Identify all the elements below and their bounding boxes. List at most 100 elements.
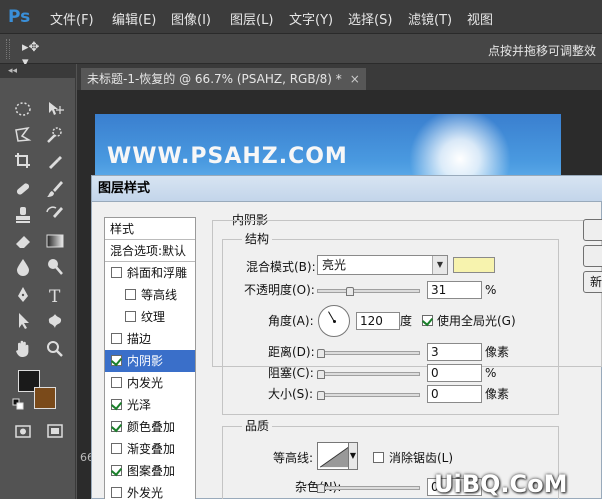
angle-input[interactable]: 120 <box>356 312 400 330</box>
new-style-button[interactable]: 新 <box>583 271 602 293</box>
zoom-tool-icon[interactable] <box>44 338 66 360</box>
global-light-checkbox[interactable] <box>422 315 433 326</box>
brush-tool-icon[interactable] <box>44 178 66 200</box>
blur-tool-icon[interactable] <box>12 256 34 278</box>
contour-dropdown-icon[interactable]: ▼ <box>348 442 358 470</box>
menu-select[interactable]: 选择(S) <box>348 9 392 28</box>
style-item-checkbox[interactable] <box>111 487 122 498</box>
shadow-color-swatch[interactable] <box>453 257 495 273</box>
style-item-checkbox[interactable] <box>111 399 122 410</box>
history-brush-tool-icon[interactable] <box>44 204 66 226</box>
contour-label: 等高线: <box>273 451 314 465</box>
style-item-gradient-overlay[interactable]: 渐变叠加 <box>105 438 195 460</box>
style-list-header[interactable]: 样式 <box>105 218 195 240</box>
opacity-slider[interactable] <box>317 286 420 296</box>
menu-view[interactable]: 视图 <box>467 9 493 28</box>
style-item-satin[interactable]: 光泽 <box>105 394 195 416</box>
marquee-tool-icon[interactable] <box>12 98 34 120</box>
choke-label: 阻塞(C): <box>268 366 314 380</box>
choke-slider[interactable] <box>317 369 420 379</box>
style-item-pattern-overlay[interactable]: 图案叠加 <box>105 460 195 482</box>
style-item-checkbox[interactable] <box>125 289 136 300</box>
gradient-tool-icon[interactable] <box>44 230 66 252</box>
move-tool-preset-icon[interactable]: ▸✥ ▾ <box>22 40 50 70</box>
angle-unit: 度 <box>400 314 413 328</box>
style-item-checkbox[interactable] <box>111 355 122 366</box>
style-item-inner-shadow[interactable]: 内阴影 <box>105 350 195 372</box>
style-item-checkbox[interactable] <box>111 333 122 344</box>
style-item-color-overlay[interactable]: 颜色叠加 <box>105 416 195 438</box>
tools-collapse-icon[interactable]: ◂◂ <box>0 64 76 78</box>
style-item-label: 光泽 <box>127 398 152 412</box>
size-input[interactable]: 0 <box>427 385 482 403</box>
slider-thumb[interactable] <box>317 484 325 493</box>
opacity-input[interactable]: 31 <box>427 281 482 299</box>
default-colors-icon[interactable] <box>12 398 24 410</box>
menu-type[interactable]: 文字(Y) <box>289 9 333 28</box>
crop-tool-icon[interactable] <box>12 150 34 172</box>
opacity-unit: % <box>485 283 497 297</box>
slider-thumb[interactable] <box>346 287 354 296</box>
background-color-swatch[interactable] <box>34 387 56 409</box>
style-item-checkbox[interactable] <box>111 421 122 432</box>
cancel-button[interactable] <box>583 245 602 267</box>
eraser-tool-icon[interactable] <box>12 230 34 252</box>
menu-image[interactable]: 图像(I) <box>171 9 211 28</box>
style-item-checkbox[interactable] <box>111 377 122 388</box>
hand-tool-icon[interactable] <box>12 338 34 360</box>
anti-alias-label[interactable]: 消除锯齿(L) <box>389 450 453 466</box>
style-item-checkbox[interactable] <box>111 465 122 476</box>
document-tab[interactable]: 未标题-1-恢复的 @ 66.7% (PSAHZ, RGB/8) * × <box>81 68 366 90</box>
anti-alias-checkbox[interactable] <box>373 452 384 463</box>
choke-input[interactable]: 0 <box>427 364 482 382</box>
chevron-down-icon: ▼ <box>432 256 447 274</box>
style-item-bevel-emboss[interactable]: 斜面和浮雕 <box>105 262 195 284</box>
slider-track <box>317 393 420 397</box>
quick-mask-icon[interactable] <box>12 420 34 442</box>
slider-track <box>317 372 420 376</box>
options-grip[interactable] <box>6 39 10 59</box>
dodge-tool-icon[interactable] <box>44 256 66 278</box>
distance-slider[interactable] <box>317 348 420 358</box>
slider-thumb[interactable] <box>317 370 325 379</box>
ok-button[interactable] <box>583 219 602 241</box>
style-item-stroke[interactable]: 描边 <box>105 328 195 350</box>
quick-select-tool-icon[interactable] <box>44 124 66 146</box>
clone-stamp-tool-icon[interactable] <box>12 204 34 226</box>
structure-title: 结构 <box>242 232 273 246</box>
slider-thumb[interactable] <box>317 349 325 358</box>
type-tool-icon[interactable]: T <box>44 284 66 307</box>
style-item-inner-glow[interactable]: 内发光 <box>105 372 195 394</box>
menu-filter[interactable]: 滤镜(T) <box>408 9 452 28</box>
blend-mode-select[interactable]: 亮光 ▼ <box>317 255 448 275</box>
style-item-checkbox[interactable] <box>111 267 122 278</box>
distance-unit: 像素 <box>485 345 510 359</box>
style-item-checkbox[interactable] <box>111 443 122 454</box>
size-slider[interactable] <box>317 390 420 400</box>
blend-mode-value: 亮光 <box>322 258 347 272</box>
healing-brush-tool-icon[interactable] <box>12 178 34 200</box>
close-tab-icon[interactable]: × <box>350 72 360 86</box>
move-tool-icon[interactable] <box>44 98 66 120</box>
noise-slider[interactable] <box>317 483 420 493</box>
style-item-contour[interactable]: 等高线 <box>105 284 195 306</box>
eyedropper-tool-icon[interactable] <box>44 150 66 172</box>
pen-tool-icon[interactable] <box>12 284 34 306</box>
global-light-label[interactable]: 使用全局光(G) <box>437 313 516 329</box>
style-item-texture[interactable]: 纹理 <box>105 306 195 328</box>
slider-thumb[interactable] <box>317 391 325 400</box>
choke-unit: % <box>485 366 497 380</box>
menu-edit[interactable]: 编辑(E) <box>112 9 156 28</box>
style-item-outer-glow[interactable]: 外发光 <box>105 482 195 499</box>
custom-shape-tool-icon[interactable] <box>44 310 66 332</box>
blend-options-item[interactable]: 混合选项:默认 <box>105 240 195 262</box>
screen-mode-icon[interactable] <box>44 420 66 442</box>
menu-layer[interactable]: 图层(L) <box>230 9 273 28</box>
opacity-label: 不透明度(O): <box>244 283 315 297</box>
path-select-tool-icon[interactable] <box>12 310 34 332</box>
style-item-checkbox[interactable] <box>125 311 136 322</box>
angle-dial[interactable] <box>318 305 350 337</box>
menu-file[interactable]: 文件(F) <box>50 9 94 28</box>
lasso-tool-icon[interactable] <box>12 124 34 146</box>
distance-input[interactable]: 3 <box>427 343 482 361</box>
